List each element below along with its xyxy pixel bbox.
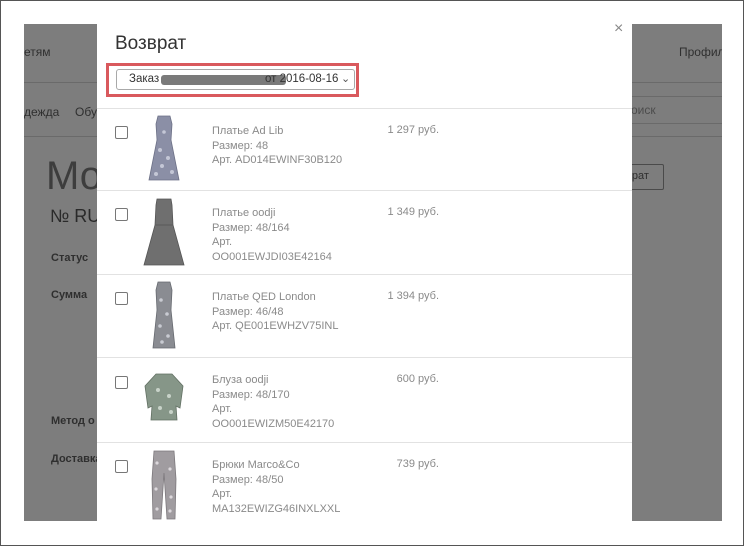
sum-label: Сумма (51, 289, 88, 301)
item-size: Размер: 48/164 (212, 221, 290, 234)
item-name: Брюки Marco&Co (212, 459, 300, 471)
patterned-dress-image (148, 115, 180, 181)
item-article: OO001EWIZM50E42170 (212, 417, 335, 430)
list-item: Платье oodji Размер: 48/164 Арт. OO001EW… (97, 191, 632, 275)
item-size: Размер: 48 (212, 139, 269, 152)
item-checkbox[interactable] (115, 460, 128, 473)
item-name: Блуза oodji (212, 374, 269, 386)
item-article: Арт. QE001EWHZV75INL (212, 320, 339, 332)
item-checkbox[interactable] (115, 292, 128, 305)
order-select-date: от 2016-08-16 (265, 73, 339, 85)
profile-link[interactable]: Профил (679, 45, 722, 59)
item-price: 1 394 руб. (387, 290, 439, 302)
item-article-label: Арт. (212, 403, 233, 415)
item-article: MA132EWIZG46INXLXXL (212, 502, 341, 515)
item-article-label: Арт. (212, 488, 233, 500)
menu-item-shoes[interactable]: Обу (75, 105, 97, 119)
close-icon[interactable]: × (614, 24, 623, 38)
item-info: Платье Ad Lib Размер: 48 Арт. AD014EWINF… (212, 124, 342, 168)
order-select[interactable]: Заказ от 2016-08-16 ⌄ (116, 69, 355, 90)
item-name: Платье Ad Lib (212, 125, 284, 137)
nav-item-partial[interactable]: етям (24, 45, 51, 59)
status-label: Статус (51, 252, 89, 264)
item-info: Платье QED London Размер: 46/48 Арт. QE0… (212, 290, 338, 334)
order-select-prefix: Заказ (129, 73, 160, 85)
item-price: 600 руб. (396, 373, 439, 385)
item-info: Блуза oodji Размер: 48/170 Арт. OO001EWI… (212, 373, 334, 431)
blouse-image (144, 373, 184, 421)
item-name: Платье oodji (212, 207, 276, 219)
list-item: Платье Ad Lib Размер: 48 Арт. AD014EWINF… (97, 109, 632, 191)
item-article: OO001EWJDI03E42164 (212, 250, 332, 263)
payment-method-label: Метод о (51, 415, 95, 427)
item-price: 1 349 руб. (387, 206, 439, 218)
list-item: Блуза oodji Размер: 48/170 Арт. OO001EWI… (97, 358, 632, 443)
chevron-down-icon: ⌄ (341, 73, 351, 85)
menu-item-clothes[interactable]: дежда (24, 105, 59, 119)
item-size: Размер: 48/50 (212, 473, 284, 486)
list-item: Платье QED London Размер: 46/48 Арт. QE0… (97, 275, 632, 358)
list-item: Брюки Marco&Co Размер: 48/50 Арт. MA132E… (97, 443, 632, 521)
item-name: Платье QED London (212, 291, 316, 303)
item-size: Размер: 46/48 (212, 305, 284, 318)
order-number: № RU (50, 206, 101, 226)
item-info: Брюки Marco&Co Размер: 48/50 Арт. MA132E… (212, 458, 340, 516)
item-checkbox[interactable] (115, 376, 128, 389)
item-price: 739 руб. (396, 458, 439, 470)
item-size: Размер: 48/170 (212, 388, 290, 401)
item-checkbox[interactable] (115, 208, 128, 221)
trousers-image (151, 450, 177, 520)
delivery-label: Доставка (51, 453, 102, 465)
modal-title: Возврат (115, 33, 187, 54)
item-article: Арт. AD014EWINF30B120 (212, 154, 343, 166)
print-dress-image (152, 281, 176, 349)
return-modal: × Возврат Заказ от 2016-08-16 ⌄ Платье A… (97, 24, 632, 521)
item-price: 1 297 руб. (387, 124, 439, 136)
grey-dress-image (143, 198, 185, 266)
search-placeholder: оиск (631, 103, 656, 117)
page-heading: Мо (46, 154, 103, 198)
item-info: Платье oodji Размер: 48/164 Арт. OO001EW… (212, 206, 332, 264)
item-article-label: Арт. (212, 236, 233, 248)
item-checkbox[interactable] (115, 126, 128, 139)
